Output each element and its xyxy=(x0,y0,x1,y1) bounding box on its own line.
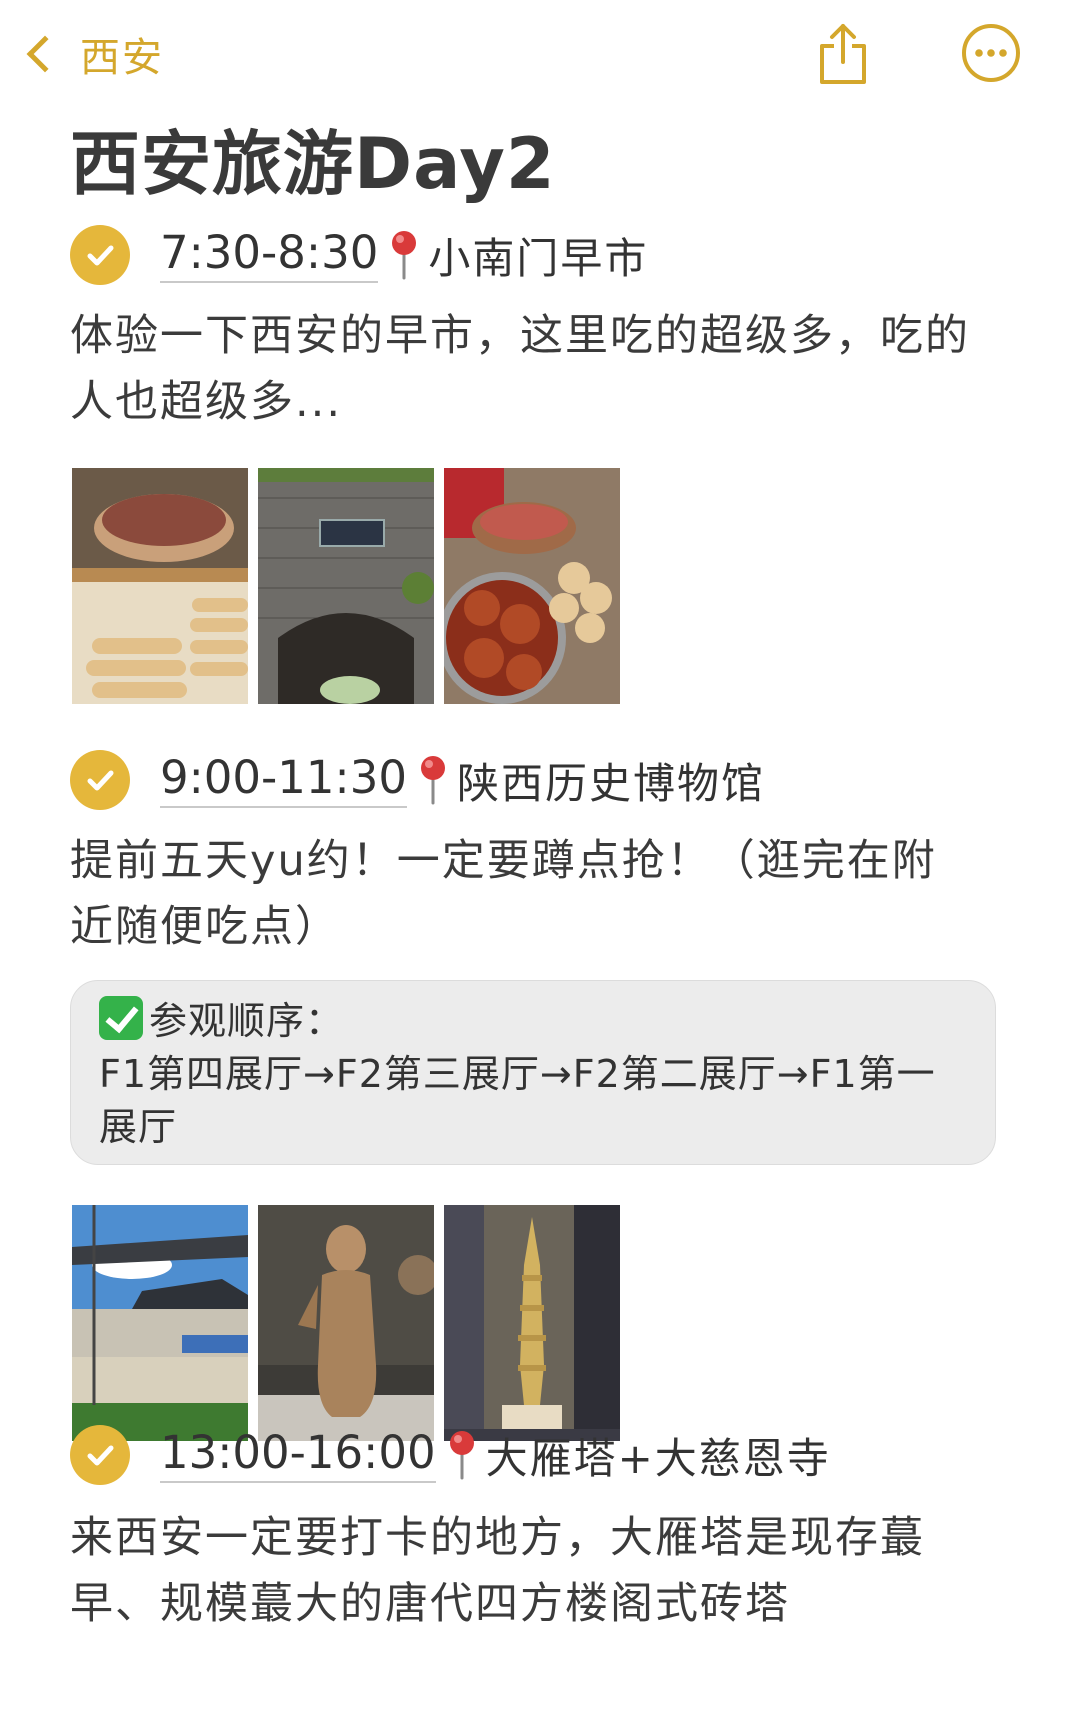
more-icon[interactable] xyxy=(956,18,1026,88)
checkmark-icon[interactable] xyxy=(70,225,130,285)
stop-2-description: 提前五天yu约！一定要蹲点抢！（逛完在附近随便吃点） xyxy=(70,836,937,952)
share-icon[interactable] xyxy=(808,18,878,88)
city-gate-photo[interactable] xyxy=(258,468,434,704)
stop-2-photos xyxy=(72,1205,620,1441)
back-button[interactable]: 西安 xyxy=(20,24,164,84)
stop-1-time: 7:30-8:30 xyxy=(160,227,379,283)
pin-icon xyxy=(449,1431,474,1480)
stop-3-description: 来西安一定要打卡的地方，大雁塔是现存蕞早、规模蕞大的唐代四方楼阁式砖塔 xyxy=(70,1513,925,1629)
pin-icon xyxy=(420,756,445,805)
note-route: F1第四展厅→F2第三展厅→F2第二展厅→F1第一展厅 xyxy=(99,1052,936,1149)
checkmark-icon[interactable] xyxy=(70,1425,130,1485)
golden-pagoda-photo[interactable] xyxy=(444,1205,620,1441)
stop-3-time: 13:00-16:00 xyxy=(160,1427,436,1483)
checkmark-icon[interactable] xyxy=(70,750,130,810)
note-title: 西安旅游Day2 xyxy=(70,123,556,205)
note-heading-line: 参观顺序： xyxy=(99,995,967,1048)
stop-3-header: 13:00-16:00 大雁塔+大慈恩寺 xyxy=(70,1420,831,1490)
clay-figurine-photo[interactable] xyxy=(258,1205,434,1441)
stop-1-place: 小南门早市 xyxy=(428,233,649,283)
chevron-left-icon xyxy=(26,35,64,73)
pin-icon xyxy=(392,231,417,280)
stop-1-photos xyxy=(72,468,620,704)
visit-order-note: 参观顺序： F1第四展厅→F2第三展厅→F2第二展厅→F1第一展厅 xyxy=(70,980,996,1165)
flatbread-stall-photo[interactable] xyxy=(72,468,248,704)
back-label: 西安 xyxy=(80,35,164,81)
meat-buns-photo[interactable] xyxy=(444,468,620,704)
stop-2-place: 陕西历史博物馆 xyxy=(456,758,765,808)
note-heading: 参观顺序： xyxy=(149,999,345,1043)
stop-1-header: 7:30-8:30 小南门早市 xyxy=(70,220,648,290)
stop-2-time: 9:00-11:30 xyxy=(160,752,407,808)
check-box-icon xyxy=(99,996,143,1040)
museum-exterior-photo[interactable] xyxy=(72,1205,248,1441)
stop-2-header: 9:00-11:30 陕西历史博物馆 xyxy=(70,745,765,815)
stop-1-description: 体验一下西安的早市，这里吃的超级多，吃的人也超级多... xyxy=(70,311,970,427)
nav-bar: 西安 xyxy=(0,0,1080,110)
stop-3-place: 大雁塔+大慈恩寺 xyxy=(485,1433,831,1483)
